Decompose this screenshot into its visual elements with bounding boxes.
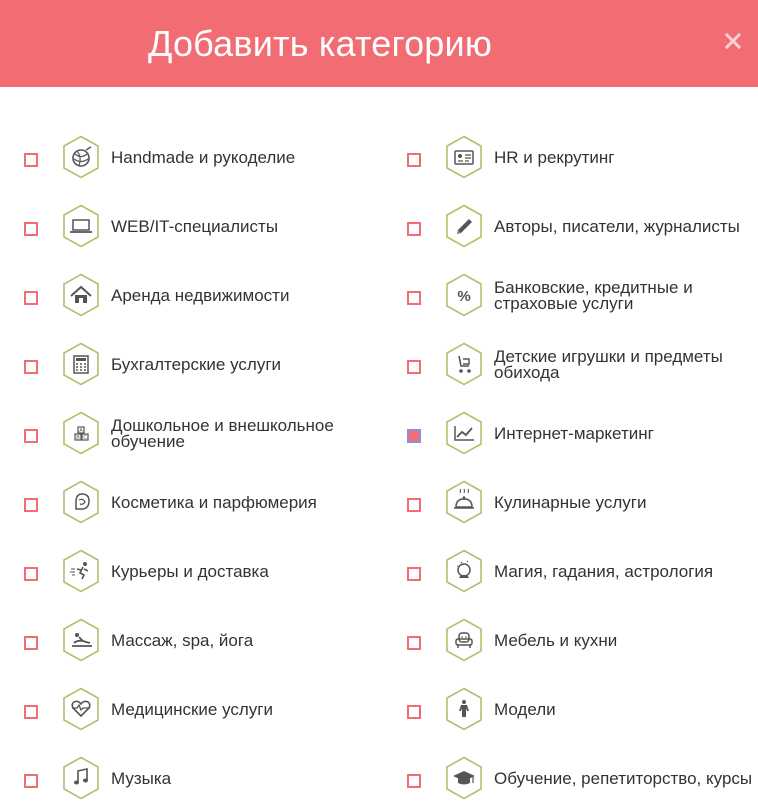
category-item[interactable]: Модели [407, 687, 758, 737]
category-label: Кулинарные услуги [494, 493, 647, 512]
category-item[interactable]: Бухгалтерские услуги [24, 342, 384, 392]
category-checkbox[interactable] [24, 774, 38, 788]
svg-text:%: % [457, 288, 470, 305]
category-checkbox[interactable] [407, 360, 421, 374]
category-label: Косметика и парфюмерия [111, 493, 317, 512]
yarn-ball-icon [62, 135, 100, 179]
category-label: HR и рекрутинг [494, 148, 615, 167]
armchair-icon [445, 618, 483, 662]
category-label: Магия, гадания, астрология [494, 562, 714, 581]
category-item[interactable]: Детские игрушки и предметы обихода [407, 342, 758, 392]
category-item[interactable]: Медицинские услуги [24, 687, 384, 737]
house-icon [62, 273, 100, 317]
close-button[interactable] [722, 30, 744, 52]
category-checkbox[interactable] [24, 636, 38, 650]
category-label: Массаж, spa, йога [111, 631, 254, 650]
category-label: Банковские, кредитные и страховые услуги [494, 278, 693, 313]
category-item[interactable]: Аренда недвижимости [24, 273, 384, 323]
category-item[interactable]: Интернет-маркетинг [407, 411, 758, 461]
music-note-icon [62, 756, 100, 800]
category-checkbox[interactable] [24, 567, 38, 581]
laptop-icon [62, 204, 100, 248]
svg-text:C: C [83, 435, 87, 441]
percent-icon: % [445, 273, 483, 317]
category-checkbox[interactable] [24, 429, 38, 443]
category-item[interactable]: Обучение, репетиторство, курсы [407, 756, 758, 806]
category-checkbox[interactable] [24, 291, 38, 305]
modal-title: Добавить категорию [147, 23, 493, 64]
category-item[interactable]: WEB/IT-специалисты [24, 204, 384, 254]
category-checkbox[interactable] [407, 222, 421, 236]
category-item[interactable]: Музыка [24, 756, 384, 806]
category-label: Медицинские услуги [111, 700, 274, 719]
calculator-icon [62, 342, 100, 386]
category-label: Дошкольное и внешкольное обучение [111, 416, 334, 451]
category-checkbox[interactable] [24, 498, 38, 512]
category-checkbox[interactable] [407, 705, 421, 719]
face-icon [62, 480, 100, 524]
category-item[interactable]: Магия, гадания, астрология [407, 549, 758, 599]
cloche-icon [445, 480, 483, 524]
massage-icon [62, 618, 100, 662]
category-label: WEB/IT-специалисты [111, 217, 279, 236]
id-card-icon [445, 135, 483, 179]
pencil-icon [445, 204, 483, 248]
modal-header: Добавить категорию [0, 0, 758, 87]
category-label: Детские игрушки и предметы обихода [494, 347, 723, 382]
close-icon [724, 32, 742, 50]
heart-pulse-icon [62, 687, 100, 731]
category-checkbox[interactable] [407, 498, 421, 512]
category-label: Мебель и кухни [494, 631, 618, 650]
category-item[interactable]: Кулинарные услуги [407, 480, 758, 530]
person-icon [445, 687, 483, 731]
category-label: Курьеры и доставка [111, 562, 269, 581]
category-checkbox[interactable] [407, 153, 421, 167]
category-checkbox[interactable] [407, 567, 421, 581]
graduation-cap-icon [445, 756, 483, 800]
category-item[interactable]: Косметика и парфюмерия [24, 480, 384, 530]
category-label: Обучение, репетиторство, курсы [494, 769, 753, 788]
add-category-modal: Добавить категорию Handmade и рукоделие H… [0, 0, 758, 807]
category-checkbox[interactable] [24, 705, 38, 719]
category-checkbox[interactable] [24, 222, 38, 236]
category-item[interactable]: HR и рекрутинг [407, 135, 758, 185]
category-checkbox[interactable] [407, 291, 421, 305]
category-label: Бухгалтерские услуги [111, 355, 282, 374]
category-item[interactable]: Массаж, spa, йога [24, 618, 384, 668]
category-item[interactable]: Авторы, писатели, журналисты [407, 204, 758, 254]
category-item[interactable]: Мебель и кухни [407, 618, 758, 668]
category-label: Музыка [111, 769, 172, 788]
category-item[interactable]: Курьеры и доставка [24, 549, 384, 599]
category-item[interactable]: A B C Дошкольное и внешкольное обучение [24, 411, 384, 461]
crystal-ball-icon [445, 549, 483, 593]
category-item[interactable]: % Банковские, кредитные и страховые услуг… [407, 273, 758, 323]
category-label: Модели [494, 700, 556, 719]
courier-icon [62, 549, 100, 593]
category-label: Авторы, писатели, журналисты [494, 217, 740, 236]
abc-blocks-icon: ABC [62, 411, 100, 455]
category-checkbox[interactable] [24, 360, 38, 374]
stroller-icon [445, 342, 483, 386]
category-label: Handmade и рукоделие [111, 148, 296, 167]
chart-line-icon [445, 411, 483, 455]
category-checkbox[interactable] [407, 429, 421, 443]
category-label: Интернет-маркетинг [494, 424, 654, 443]
category-checkbox[interactable] [24, 153, 38, 167]
category-item[interactable]: Handmade и рукоделие [24, 135, 384, 185]
category-checkbox[interactable] [407, 774, 421, 788]
category-label: Аренда недвижимости [111, 286, 290, 305]
category-checkbox[interactable] [407, 636, 421, 650]
